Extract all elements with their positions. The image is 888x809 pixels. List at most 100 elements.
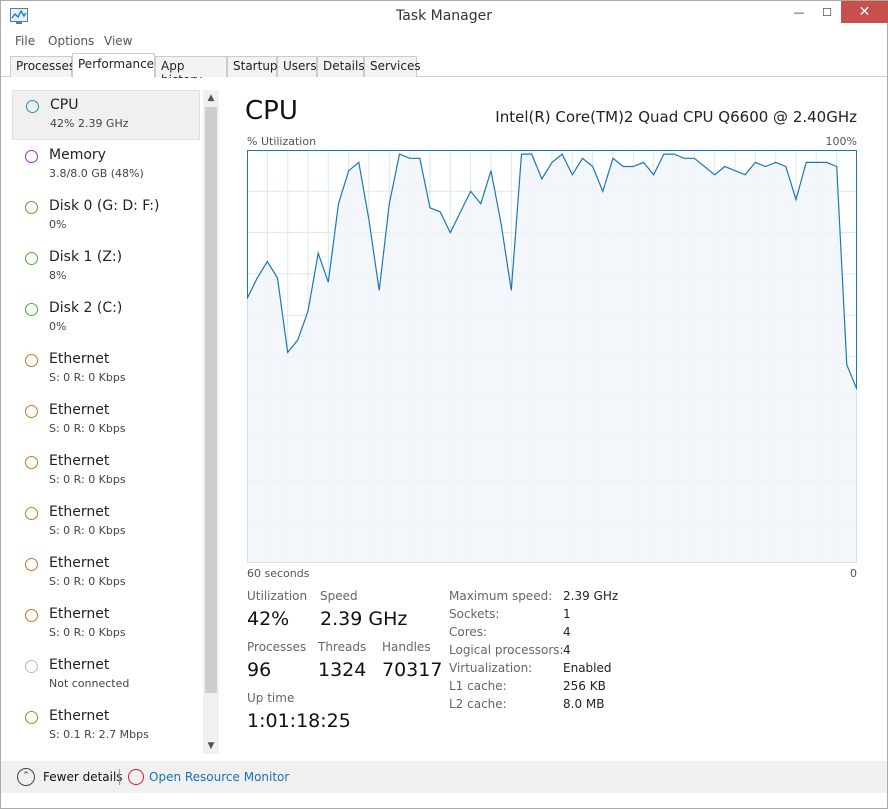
spec-label: L1 cache:	[449, 679, 507, 693]
sidebar-item-detail: S: 0 R: 0 Kbps	[49, 626, 126, 639]
uptime-label: Up time	[247, 691, 295, 705]
speed-value: 2.39 GHz	[320, 608, 408, 630]
utilization-value: 42%	[247, 608, 290, 630]
sidebar-item-label: Disk 2 (C:)	[49, 300, 123, 316]
menu-options[interactable]: Options	[48, 34, 94, 48]
sidebar-item-ethernet-9[interactable]: Ethernet S: 0 R: 0 Kbps	[12, 549, 200, 599]
open-resource-monitor-link[interactable]: Open Resource Monitor	[149, 770, 289, 784]
menu-view[interactable]: View	[104, 34, 132, 48]
scroll-thumb[interactable]	[205, 107, 217, 693]
resource-monitor-icon[interactable]	[128, 769, 144, 785]
page-title: CPU	[245, 96, 298, 126]
sidebar-item-label: CPU	[50, 97, 79, 113]
sidebar-item-ethernet-6[interactable]: Ethernet S: 0 R: 0 Kbps	[12, 396, 200, 446]
status-circle-icon	[25, 558, 38, 571]
status-circle-icon	[25, 201, 38, 214]
tab-performance[interactable]: Performance	[72, 53, 155, 78]
processes-value: 96	[247, 659, 272, 681]
sidebar-item-detail: S: 0 R: 0 Kbps	[49, 371, 126, 384]
sidebar-item-disk-2-c-4[interactable]: Disk 2 (C:) 0%	[12, 294, 200, 344]
spec-label: Virtualization:	[449, 661, 533, 675]
status-circle-icon	[25, 252, 38, 265]
scroll-down-arrow-icon[interactable]: ▼	[203, 738, 219, 754]
cpu-utilization-area	[247, 154, 857, 563]
sidebar-item-label: Disk 0 (G: D: F:)	[49, 198, 160, 214]
task-manager-window: Task Manager — ☐ ✕ File Options View Pro…	[0, 0, 888, 809]
minimize-button[interactable]: —	[785, 1, 813, 23]
chevron-up-icon[interactable]: ⌃	[17, 768, 35, 786]
threads-label: Threads	[318, 640, 367, 654]
threads-value: 1324	[318, 659, 367, 681]
sidebar-item-label: Ethernet	[49, 606, 110, 622]
status-circle-icon	[25, 303, 38, 316]
uptime-value: 1:01:18:25	[247, 710, 351, 732]
utilization-label: Utilization	[247, 589, 308, 603]
spec-value: 4	[563, 625, 571, 639]
spec-label: Sockets:	[449, 607, 500, 621]
sidebar-item-label: Ethernet	[49, 708, 110, 724]
window-title: Task Manager	[395, 8, 493, 24]
time-axis-end-label: 0	[850, 567, 857, 580]
sidebar-item-ethernet-10[interactable]: Ethernet S: 0 R: 0 Kbps	[12, 600, 200, 650]
tab-services[interactable]: Services	[364, 56, 421, 77]
close-button[interactable]: ✕	[841, 1, 888, 23]
sidebar-item-ethernet-7[interactable]: Ethernet S: 0 R: 0 Kbps	[12, 447, 200, 497]
cpu-utilization-graph	[247, 150, 857, 563]
sidebar-scrollbar[interactable]: ▲ ▼	[203, 90, 219, 754]
status-circle-icon	[26, 100, 39, 113]
spec-value: 4	[563, 643, 571, 657]
sidebar-item-label: Memory	[49, 147, 106, 163]
sidebar-item-label: Ethernet	[49, 555, 110, 571]
sidebar-item-detail: S: 0 R: 0 Kbps	[49, 473, 126, 486]
cpu-model-name: Intel(R) Core(TM)2 Quad CPU Q6600 @ 2.40…	[495, 108, 857, 126]
spec-value: Enabled	[563, 661, 612, 675]
handles-label: Handles	[382, 640, 431, 654]
sidebar-item-label: Ethernet	[49, 453, 110, 469]
spec-value: 1	[563, 607, 571, 621]
status-circle-icon	[25, 660, 38, 673]
status-circle-icon	[25, 405, 38, 418]
spec-label: Logical processors:	[449, 643, 564, 657]
sidebar-item-detail: 0%	[49, 320, 67, 333]
status-circle-icon	[25, 354, 38, 367]
sidebar-item-label: Ethernet	[49, 402, 110, 418]
cpu-detail-panel: CPU Intel(R) Core(TM)2 Quad CPU Q6600 @ …	[221, 78, 887, 758]
utilization-max-label: 100%	[825, 135, 857, 148]
sidebar-item-label: Ethernet	[49, 657, 110, 673]
scroll-up-arrow-icon[interactable]: ▲	[203, 90, 219, 106]
tab-startup[interactable]: Startup	[227, 56, 278, 77]
utilization-axis-label: % Utilization	[247, 135, 317, 148]
spec-value: 8.0 MB	[563, 697, 605, 711]
title-bar: Task Manager — ☐ ✕	[1, 1, 888, 31]
status-circle-icon	[25, 150, 38, 163]
sidebar-item-detail: 3.8/8.0 GB (48%)	[49, 167, 144, 180]
tab-processes[interactable]: Processes	[10, 56, 75, 77]
maximize-button[interactable]: ☐	[813, 1, 841, 23]
status-circle-icon	[25, 507, 38, 520]
sidebar-item-detail: S: 0.1 R: 2.7 Mbps	[49, 728, 149, 741]
sidebar-item-disk-0-g-d-f-2[interactable]: Disk 0 (G: D: F:) 0%	[12, 192, 200, 242]
sidebar-item-disk-1-z-3[interactable]: Disk 1 (Z:) 8%	[12, 243, 200, 293]
status-circle-icon	[25, 711, 38, 724]
sidebar-item-label: Ethernet	[49, 351, 110, 367]
sidebar-item-detail: S: 0 R: 0 Kbps	[49, 575, 126, 588]
sidebar-item-ethernet-5[interactable]: Ethernet S: 0 R: 0 Kbps	[12, 345, 200, 395]
tab-strip: Processes Performance App history Startu…	[1, 53, 887, 87]
sidebar-item-ethernet-8[interactable]: Ethernet S: 0 R: 0 Kbps	[12, 498, 200, 548]
menu-file[interactable]: File	[15, 34, 35, 48]
menu-bar: File Options View	[1, 31, 887, 53]
fewer-details-button[interactable]: Fewer details	[43, 770, 123, 784]
sidebar-item-cpu-0[interactable]: CPU 42% 2.39 GHz	[12, 90, 200, 140]
footer-divider	[119, 769, 120, 785]
tab-app-history[interactable]: App history	[155, 56, 227, 87]
sidebar-item-ethernet-11[interactable]: Ethernet Not connected	[12, 651, 200, 701]
tab-users[interactable]: Users	[277, 56, 317, 77]
sidebar-item-detail: S: 0 R: 0 Kbps	[49, 422, 126, 435]
speed-label: Speed	[320, 589, 358, 603]
status-circle-icon	[25, 609, 38, 622]
sidebar-item-memory-1[interactable]: Memory 3.8/8.0 GB (48%)	[12, 141, 200, 191]
tab-details[interactable]: Details	[317, 56, 365, 77]
sidebar-item-ethernet-12[interactable]: Ethernet S: 0.1 R: 2.7 Mbps	[12, 702, 200, 752]
processes-label: Processes	[247, 640, 307, 654]
sidebar-item-label: Disk 1 (Z:)	[49, 249, 123, 265]
